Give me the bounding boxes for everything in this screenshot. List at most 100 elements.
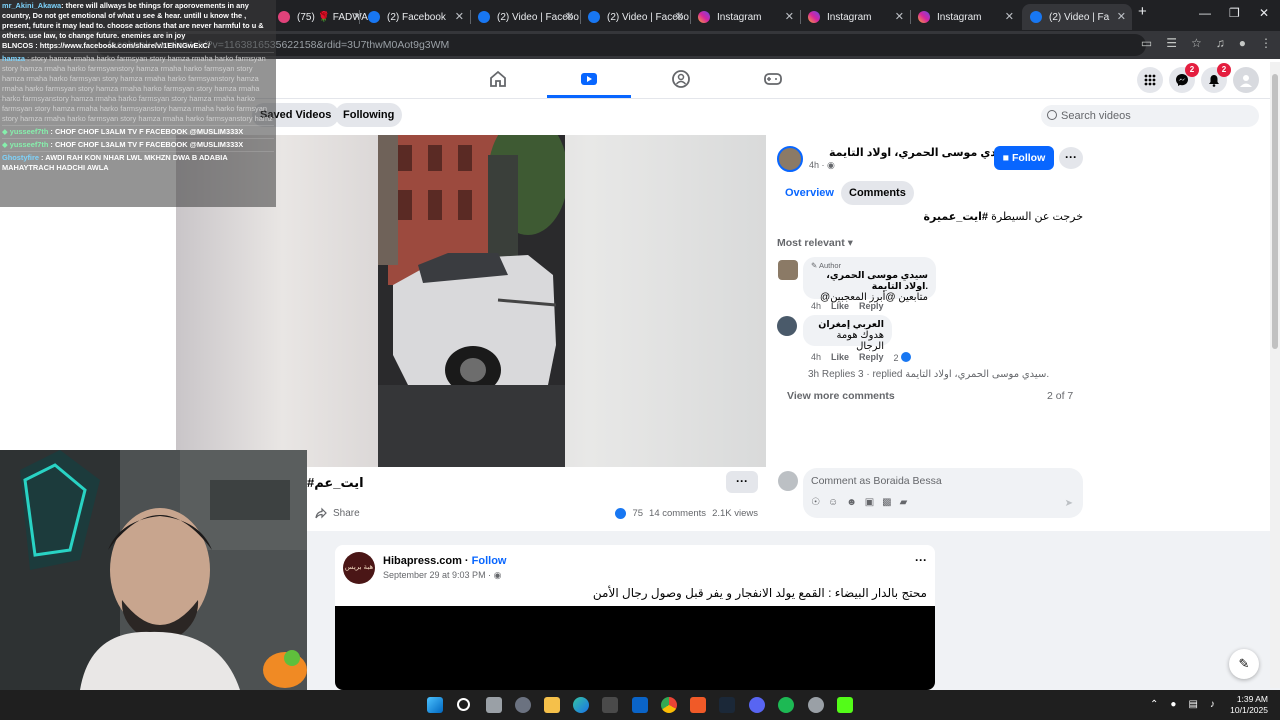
translate-icon[interactable]: ☰ (1166, 36, 1177, 50)
microphone-icon[interactable]: ● (1170, 699, 1176, 710)
browser-tab[interactable]: (2) Video | Facebo ✕ (580, 4, 690, 30)
comments-count[interactable]: 14 comments (649, 508, 706, 519)
tab-close-icon[interactable]: ✕ (785, 10, 794, 23)
post-more-options-button[interactable]: ··· (915, 553, 927, 567)
profile-icon[interactable]: ● (1239, 36, 1246, 50)
tab-close-icon[interactable]: ✕ (675, 10, 684, 23)
comment-like-button[interactable]: Like (831, 301, 849, 311)
windows-start-icon[interactable] (427, 697, 443, 713)
app-icon[interactable] (690, 697, 706, 713)
watch-video-icon[interactable] (579, 69, 599, 89)
task-view-icon[interactable] (486, 697, 502, 713)
comment-reply-button[interactable]: Reply (859, 301, 884, 311)
comment-author[interactable]: العربي إمغران (811, 319, 884, 330)
browser-tab[interactable]: Instagram ✕ (690, 4, 800, 30)
comment-avatar[interactable] (777, 316, 797, 336)
chrome-icon[interactable] (661, 697, 677, 713)
volume-icon[interactable]: ♪ (1210, 699, 1215, 710)
post-author-name[interactable]: Hibapress.com (383, 555, 462, 567)
spotify-icon[interactable] (778, 697, 794, 713)
tab-comments[interactable]: Comments (841, 181, 914, 205)
browser-tab[interactable]: (2) Video | Facebo ✕ (470, 4, 580, 30)
gif-icon[interactable]: ▩ (882, 497, 891, 508)
messenger-badge: 2 (1185, 63, 1199, 77)
tab-close-icon[interactable]: ✕ (1117, 10, 1126, 23)
page-scrollbar[interactable] (1270, 62, 1280, 688)
scrollbar-thumb[interactable] (1272, 74, 1278, 349)
notifications-button[interactable]: 2 (1201, 63, 1231, 93)
media-icon[interactable]: ♫ (1216, 36, 1225, 50)
page-name[interactable]: سيدي موسى الحمري، اولاد التايمة. (829, 146, 1015, 159)
search-videos-input[interactable]: Search videos (1041, 105, 1259, 127)
new-message-button[interactable]: ✎ (1229, 649, 1259, 679)
bookmark-star-icon[interactable]: ☆ (1191, 36, 1202, 50)
chevron-up-icon[interactable]: ⌃ (1150, 699, 1158, 710)
comment-reaction-count[interactable]: 2 (894, 352, 912, 363)
discord-icon[interactable] (749, 697, 765, 713)
restore-icon[interactable]: ❐ (1229, 6, 1240, 20)
send-icon[interactable]: ➤ (1065, 498, 1073, 509)
new-tab-button[interactable]: + (1138, 3, 1147, 20)
smiley-icon[interactable]: ☻ (846, 497, 857, 508)
tab-following[interactable]: Following (335, 103, 403, 127)
settings-icon[interactable] (515, 697, 531, 713)
avatar-sticker-icon[interactable]: ☉ (811, 497, 820, 508)
comment-reply-button[interactable]: Reply (859, 352, 884, 363)
search-icon[interactable] (457, 698, 470, 711)
caption-hashtag[interactable]: #ايت_عميرة (924, 211, 989, 223)
tab-overview[interactable]: Overview (777, 181, 842, 205)
follow-button[interactable]: ■ Follow (994, 146, 1054, 170)
close-window-icon[interactable]: ✕ (1259, 6, 1269, 20)
messenger-button[interactable]: 2 (1169, 63, 1199, 93)
outlook-icon[interactable] (632, 697, 648, 713)
groups-icon[interactable] (671, 69, 691, 89)
sort-dropdown[interactable]: Most relevant ▾ (777, 237, 853, 249)
video-more-options-button[interactable]: ··· (726, 471, 758, 493)
panel-more-options-button[interactable]: ··· (1059, 147, 1083, 169)
file-explorer-icon[interactable] (544, 697, 560, 713)
network-icon[interactable]: ▤ (1188, 699, 1197, 710)
edge-icon[interactable] (573, 697, 589, 713)
webcam-image (0, 450, 307, 690)
app-icon[interactable] (808, 697, 824, 713)
like-reaction-icon (901, 352, 912, 362)
kick-icon[interactable] (837, 697, 853, 713)
clock[interactable]: 1:39 AM 10/1/2025 (1230, 694, 1268, 716)
video-frame[interactable] (378, 135, 565, 467)
comment-like-button[interactable]: Like (831, 352, 849, 363)
browser-tab[interactable]: (75) 🌹 FADWA 💜 ✕ (270, 4, 368, 30)
menu-grid-button[interactable] (1137, 67, 1163, 93)
tab-close-icon[interactable]: ✕ (895, 10, 904, 23)
store-icon[interactable] (602, 697, 618, 713)
comment-avatar[interactable] (778, 260, 798, 280)
menu-icon[interactable]: ⋮ (1260, 36, 1272, 50)
comment-text: هدوك هومة الرجال (836, 330, 884, 352)
emoji-icon[interactable]: ☺ (828, 497, 838, 508)
browser-tab[interactable]: Instagram ✕ (800, 4, 910, 30)
browser-tab[interactable]: (2) Facebook ✕ (360, 4, 470, 30)
post-author-avatar[interactable]: هبة بريس (343, 552, 375, 584)
steam-icon[interactable] (719, 697, 735, 713)
post-follow-link[interactable]: Follow (472, 555, 507, 567)
browser-tab-active[interactable]: (2) Video | Fa ✕ (1022, 4, 1132, 30)
share-button[interactable]: Share (315, 507, 360, 519)
view-replies-link[interactable]: 3h Replies 3 · replied سيدي موسى الحمري،… (808, 369, 1049, 380)
comment-input[interactable]: Comment as Boraida Bessa (811, 475, 942, 487)
tab-close-icon[interactable]: ✕ (455, 10, 464, 23)
account-avatar[interactable] (1233, 67, 1259, 93)
page-avatar[interactable] (777, 146, 803, 172)
comment-author[interactable]: سيدي موسى الحمري، اولاد التايمة. (811, 270, 928, 292)
comment-composer[interactable]: Comment as Boraida Bessa ☉ ☺ ☻ ▣ ▩ ▰ ➤ (803, 468, 1083, 518)
home-icon[interactable] (488, 69, 508, 89)
cast-icon[interactable]: ▭ (1141, 36, 1152, 50)
gaming-icon[interactable] (763, 69, 783, 89)
tab-close-icon[interactable]: ✕ (565, 10, 574, 23)
camera-icon[interactable]: ▣ (865, 497, 874, 508)
view-more-comments-link[interactable]: View more comments (787, 390, 895, 402)
tab-close-icon[interactable]: ✕ (1005, 10, 1014, 23)
like-count[interactable]: 75 (632, 508, 643, 519)
post-video[interactable] (335, 606, 935, 690)
browser-tab[interactable]: Instagram ✕ (910, 4, 1020, 30)
sticker-icon[interactable]: ▰ (900, 497, 908, 508)
minimize-icon[interactable]: — (1199, 6, 1211, 20)
